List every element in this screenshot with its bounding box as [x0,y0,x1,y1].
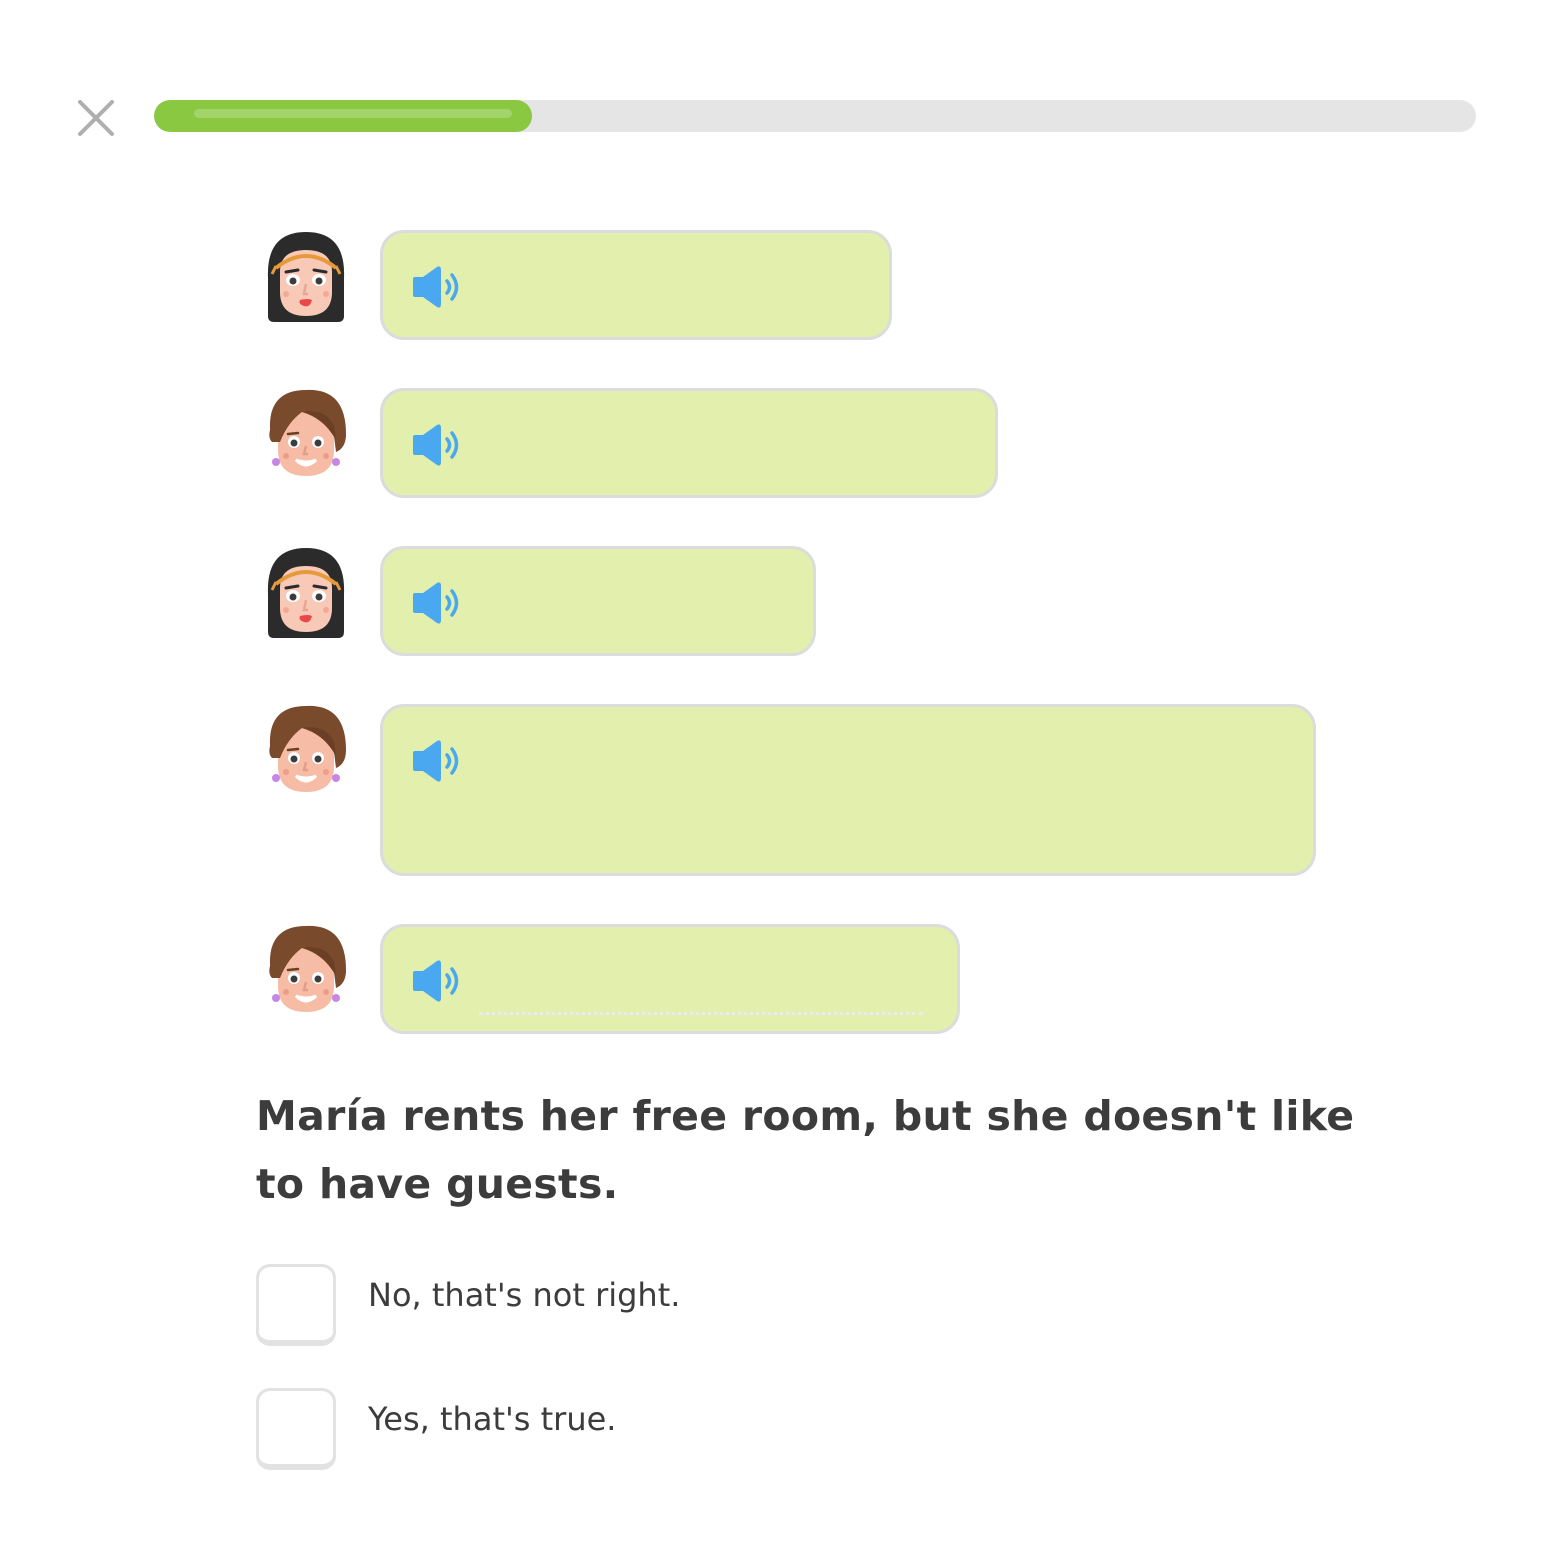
close-button[interactable] [76,98,116,138]
brown-haired-woman-avatar [262,922,350,1018]
option-checkbox[interactable] [256,1264,336,1346]
audio-bubble[interactable] [380,924,960,1034]
option-label: Yes, that's true. [368,1400,617,1438]
progress-bar-fill [154,100,532,132]
close-x-icon [78,100,114,136]
question-text: María rents her free room, but she doesn… [256,1092,1355,1208]
hidden-text-placeholder [479,1012,923,1015]
option-label: No, that's not right. [368,1276,681,1314]
dark-haired-woman-avatar [262,228,350,324]
option-checkbox[interactable] [256,1388,336,1470]
progress-bar-highlight [194,109,512,118]
audio-bubble[interactable] [380,546,816,656]
speaker-icon [407,957,467,1005]
audio-bubble[interactable] [380,230,892,340]
dark-haired-woman-avatar [262,544,350,640]
speaker-icon [407,737,467,785]
audio-bubble[interactable] [380,704,1316,876]
brown-haired-woman-avatar [262,702,350,798]
option-yes[interactable]: Yes, that's true. [256,1388,856,1472]
brown-haired-woman-avatar [262,386,350,482]
progress-bar [154,100,1476,132]
speaker-icon [407,421,467,469]
speaker-icon [407,263,467,311]
audio-bubble[interactable] [380,388,998,498]
speaker-icon [407,579,467,627]
option-no[interactable]: No, that's not right. [256,1264,856,1348]
